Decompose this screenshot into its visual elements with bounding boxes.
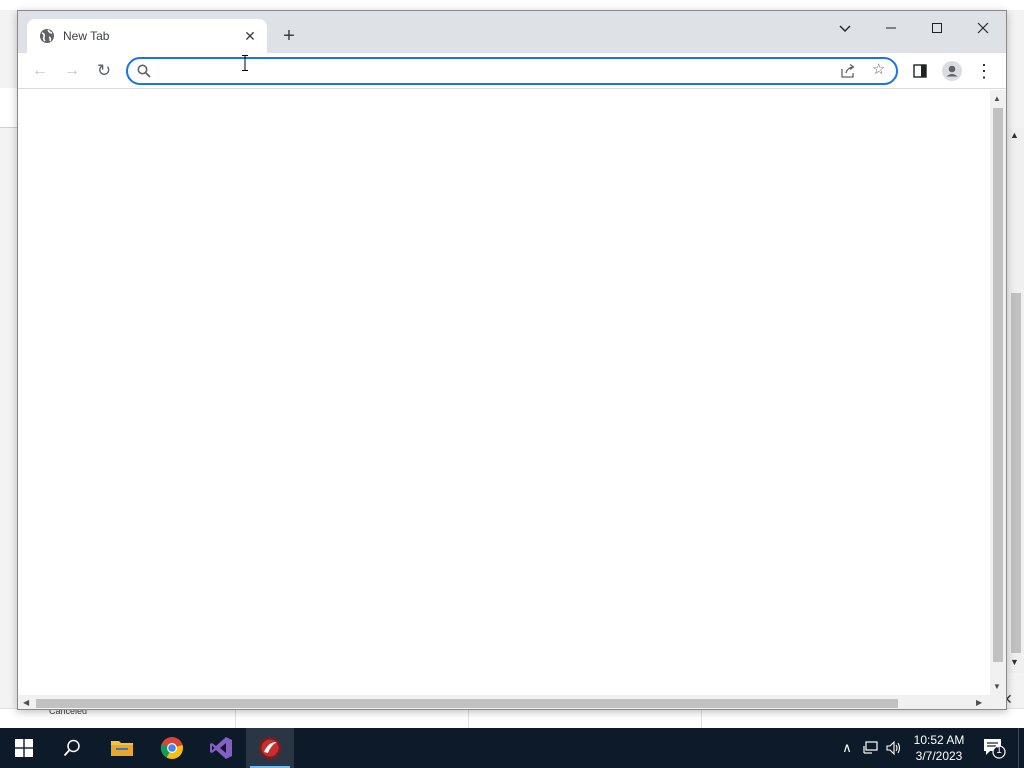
clock-date: 3/7/2023: [915, 749, 963, 763]
menu-button[interactable]: ⋮: [972, 59, 996, 83]
avatar-icon: [942, 61, 962, 81]
windows-logo-icon: [15, 739, 33, 757]
text-cursor-icon: [242, 55, 248, 71]
vertical-scrollbar-thumb[interactable]: [993, 108, 1003, 662]
taskbar: ∧ 10:52 AM 3/7/2023 1: [0, 728, 1024, 768]
show-desktop-button[interactable]: [1018, 728, 1024, 768]
background-status-row: [0, 708, 1024, 729]
vertical-scrollbar[interactable]: ▲ ▼: [990, 90, 1006, 695]
status-cell: [0, 709, 236, 729]
tab-search-button[interactable]: [828, 17, 862, 39]
volume-icon[interactable]: [884, 728, 904, 768]
chevron-down-icon: [839, 25, 851, 32]
side-panel-button[interactable]: [908, 59, 932, 83]
visual-studio-button[interactable]: [197, 728, 245, 768]
maximize-icon: [932, 23, 942, 33]
scroll-up-icon[interactable]: ▲: [993, 94, 1001, 103]
chrome-button[interactable]: [148, 728, 196, 768]
background-scrollbar[interactable]: [1008, 128, 1024, 673]
network-icon[interactable]: [860, 728, 882, 768]
search-icon: [137, 64, 151, 78]
browser-toolbar: ← → ↻ ☆ ⋮: [18, 53, 1006, 89]
profile-button[interactable]: [940, 59, 964, 83]
background-scroll-down-icon[interactable]: ▼: [1010, 657, 1019, 667]
address-input[interactable]: [160, 62, 820, 80]
background-window-top: [0, 0, 1024, 10]
new-tab-button[interactable]: +: [278, 25, 300, 47]
action-center-button[interactable]: 1: [982, 736, 1006, 760]
clock-time: 10:52 AM: [913, 733, 965, 747]
notification-count-badge: 1: [996, 745, 1002, 756]
horizontal-scrollbar-thumb[interactable]: [36, 699, 898, 708]
folder-icon: [111, 741, 133, 756]
show-hidden-icons-button[interactable]: ∧: [838, 728, 856, 768]
background-pane: [0, 88, 18, 128]
close-window-button[interactable]: [966, 17, 1000, 39]
background-scrollbar-thumb[interactable]: [1011, 293, 1021, 653]
reload-button[interactable]: ↻: [92, 59, 116, 83]
maximize-button[interactable]: [920, 17, 954, 39]
background-scroll-up-icon[interactable]: ▲: [1010, 130, 1019, 140]
speaker-icon: [886, 741, 901, 755]
scroll-right-icon[interactable]: ▶: [976, 698, 982, 707]
horizontal-scrollbar[interactable]: ◀ ▶: [18, 695, 1006, 709]
minimize-icon: [886, 27, 896, 29]
minimize-button[interactable]: [874, 17, 908, 39]
search-icon: [63, 739, 80, 757]
side-panel-icon: [913, 64, 927, 78]
browser-window: New Tab ✕ + ← → ↻ ☆ ⋮ ▲ ▼ ◀ ▶: [17, 10, 1007, 710]
page-content[interactable]: [18, 90, 990, 695]
status-cell: [469, 709, 702, 729]
scroll-left-icon[interactable]: ◀: [23, 698, 29, 707]
bookmark-star-icon[interactable]: ☆: [872, 62, 888, 78]
forward-button[interactable]: →: [60, 59, 84, 83]
status-cell: [236, 709, 469, 729]
app-button[interactable]: [246, 728, 294, 768]
visual-studio-icon: [210, 737, 232, 759]
tab-strip: New Tab ✕ +: [18, 11, 1006, 53]
search-button[interactable]: [48, 728, 96, 768]
start-button[interactable]: [0, 728, 48, 768]
share-icon[interactable]: [840, 63, 856, 79]
tab-title: New Tab: [63, 29, 110, 43]
network-glyph-icon: [863, 741, 878, 754]
scroll-down-icon[interactable]: ▼: [993, 682, 1001, 691]
system-clock[interactable]: 10:52 AM 3/7/2023: [904, 732, 974, 764]
tab-close-icon[interactable]: ✕: [241, 27, 259, 45]
tab-new-tab[interactable]: New Tab ✕: [27, 19, 267, 53]
app-icon: [259, 737, 281, 759]
globe-icon: [40, 29, 54, 43]
close-icon: [977, 22, 989, 34]
chrome-icon: [160, 737, 183, 759]
back-button[interactable]: ←: [28, 59, 52, 83]
file-explorer-button[interactable]: [98, 728, 146, 768]
